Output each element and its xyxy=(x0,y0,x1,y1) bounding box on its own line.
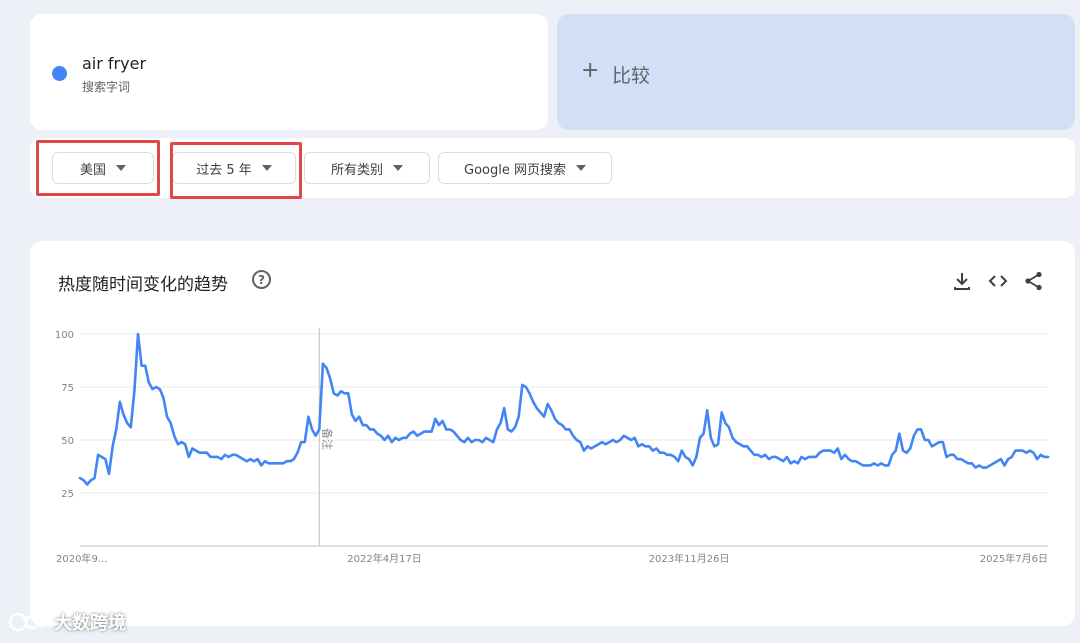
compare-button[interactable]: + 比较 xyxy=(557,14,1075,130)
x-tick-label: 2025年7月6日 xyxy=(980,552,1048,565)
y-tick-label: 50 xyxy=(61,436,74,447)
search-type-filter-dropdown[interactable]: Google 网页搜索 xyxy=(438,152,612,184)
caret-down-icon xyxy=(116,165,126,171)
category-filter-label: 所有类别 xyxy=(330,162,383,178)
search-term-sublabel: 搜索字词 xyxy=(82,80,131,94)
time-range-filter-dropdown[interactable]: 过去 5 年 xyxy=(172,152,296,184)
watermark: 大数跨境 xyxy=(8,609,126,635)
plus-icon: + xyxy=(581,58,600,83)
search-term-name[interactable]: air fryer xyxy=(82,54,146,73)
caret-down-icon xyxy=(575,165,586,171)
series-line-air-fryer xyxy=(78,332,1050,486)
caret-down-icon xyxy=(261,165,272,171)
region-filter-dropdown[interactable]: 美国 xyxy=(52,152,154,184)
y-tick-label: 75 xyxy=(61,383,74,394)
caret-down-icon xyxy=(393,165,403,171)
filter-bar: 美国 过去 5 年 所有类别 Google 网页搜索 xyxy=(30,138,1075,198)
x-tick-label: 2022年4月17日 xyxy=(347,552,422,565)
x-tick-label: 2020年9... xyxy=(56,552,107,565)
watermark-logo-icon xyxy=(8,612,48,632)
x-tick-label: 2023年11月26日 xyxy=(649,552,730,565)
compare-label: 比较 xyxy=(612,65,651,87)
term-color-dot xyxy=(52,66,67,81)
annotation-label[interactable]: 备注 xyxy=(320,428,334,450)
time-range-filter-label: 过去 5 年 xyxy=(196,162,252,178)
y-tick-label: 25 xyxy=(61,489,74,500)
search-term-card[interactable]: air fryer 搜索字词 xyxy=(30,14,548,130)
category-filter-dropdown[interactable]: 所有类别 xyxy=(304,152,430,184)
interest-over-time-card: 热度随时间变化的趋势 ? 25 50 75 100 2020年9... 2022年4月1… xyxy=(30,241,1075,626)
interest-chart: 25 50 75 100 2020年9... 2022年4月17日 2023年11月26日… xyxy=(55,328,1050,565)
region-filter-label: 美国 xyxy=(79,162,106,178)
search-type-filter-label: Google 网页搜索 xyxy=(464,162,566,178)
watermark-text: 大数跨境 xyxy=(54,613,126,634)
y-tick-label: 100 xyxy=(55,330,74,341)
